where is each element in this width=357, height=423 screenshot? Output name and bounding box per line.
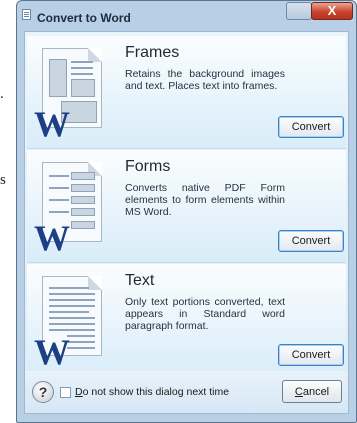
option-title: Forms — [125, 158, 171, 175]
option-forms: W Forms Converts native PDF Form element… — [27, 150, 346, 263]
dont-show-again-checkbox[interactable] — [60, 387, 71, 398]
option-description: Only text portions converted, text appea… — [125, 296, 285, 332]
option-title: Frames — [125, 44, 180, 61]
option-frames: W Frames Retains the background images a… — [27, 36, 346, 149]
dialog-footer: ? Do not show this dialog next time Canc… — [25, 371, 348, 413]
app-icon — [22, 9, 31, 20]
cancel-button[interactable]: Cancel — [282, 380, 342, 403]
dont-show-again-label[interactable]: Do not show this dialog next time — [75, 386, 229, 398]
word-forms-document-icon: W — [34, 162, 106, 256]
convert-frames-button[interactable]: Convert — [278, 116, 344, 138]
option-description: Retains the background images and text. … — [125, 68, 285, 92]
option-title: Text — [125, 272, 155, 289]
help-icon: ? — [38, 384, 48, 400]
minimize-button[interactable] — [286, 2, 312, 20]
word-text-document-icon: W — [34, 276, 106, 370]
convert-to-word-dialog: Convert to Word X W Frames Retains the b… — [16, 0, 357, 423]
background-fragment: s — [0, 172, 6, 188]
dialog-title: Convert to Word — [37, 11, 131, 25]
word-frames-document-icon: W — [34, 48, 106, 142]
close-icon: X — [327, 3, 337, 18]
background-fragment: . — [0, 86, 4, 102]
convert-text-button[interactable]: Convert — [278, 344, 344, 366]
help-button[interactable]: ? — [32, 381, 54, 403]
close-button[interactable]: X — [311, 2, 353, 20]
option-description: Converts native PDF Form elements to for… — [125, 182, 285, 218]
title-bar[interactable]: Convert to Word X — [17, 1, 356, 31]
convert-forms-button[interactable]: Convert — [278, 230, 344, 252]
option-text: W Text Only text portions converted, tex… — [27, 264, 346, 377]
dialog-content: W Frames Retains the background images a… — [24, 31, 349, 414]
